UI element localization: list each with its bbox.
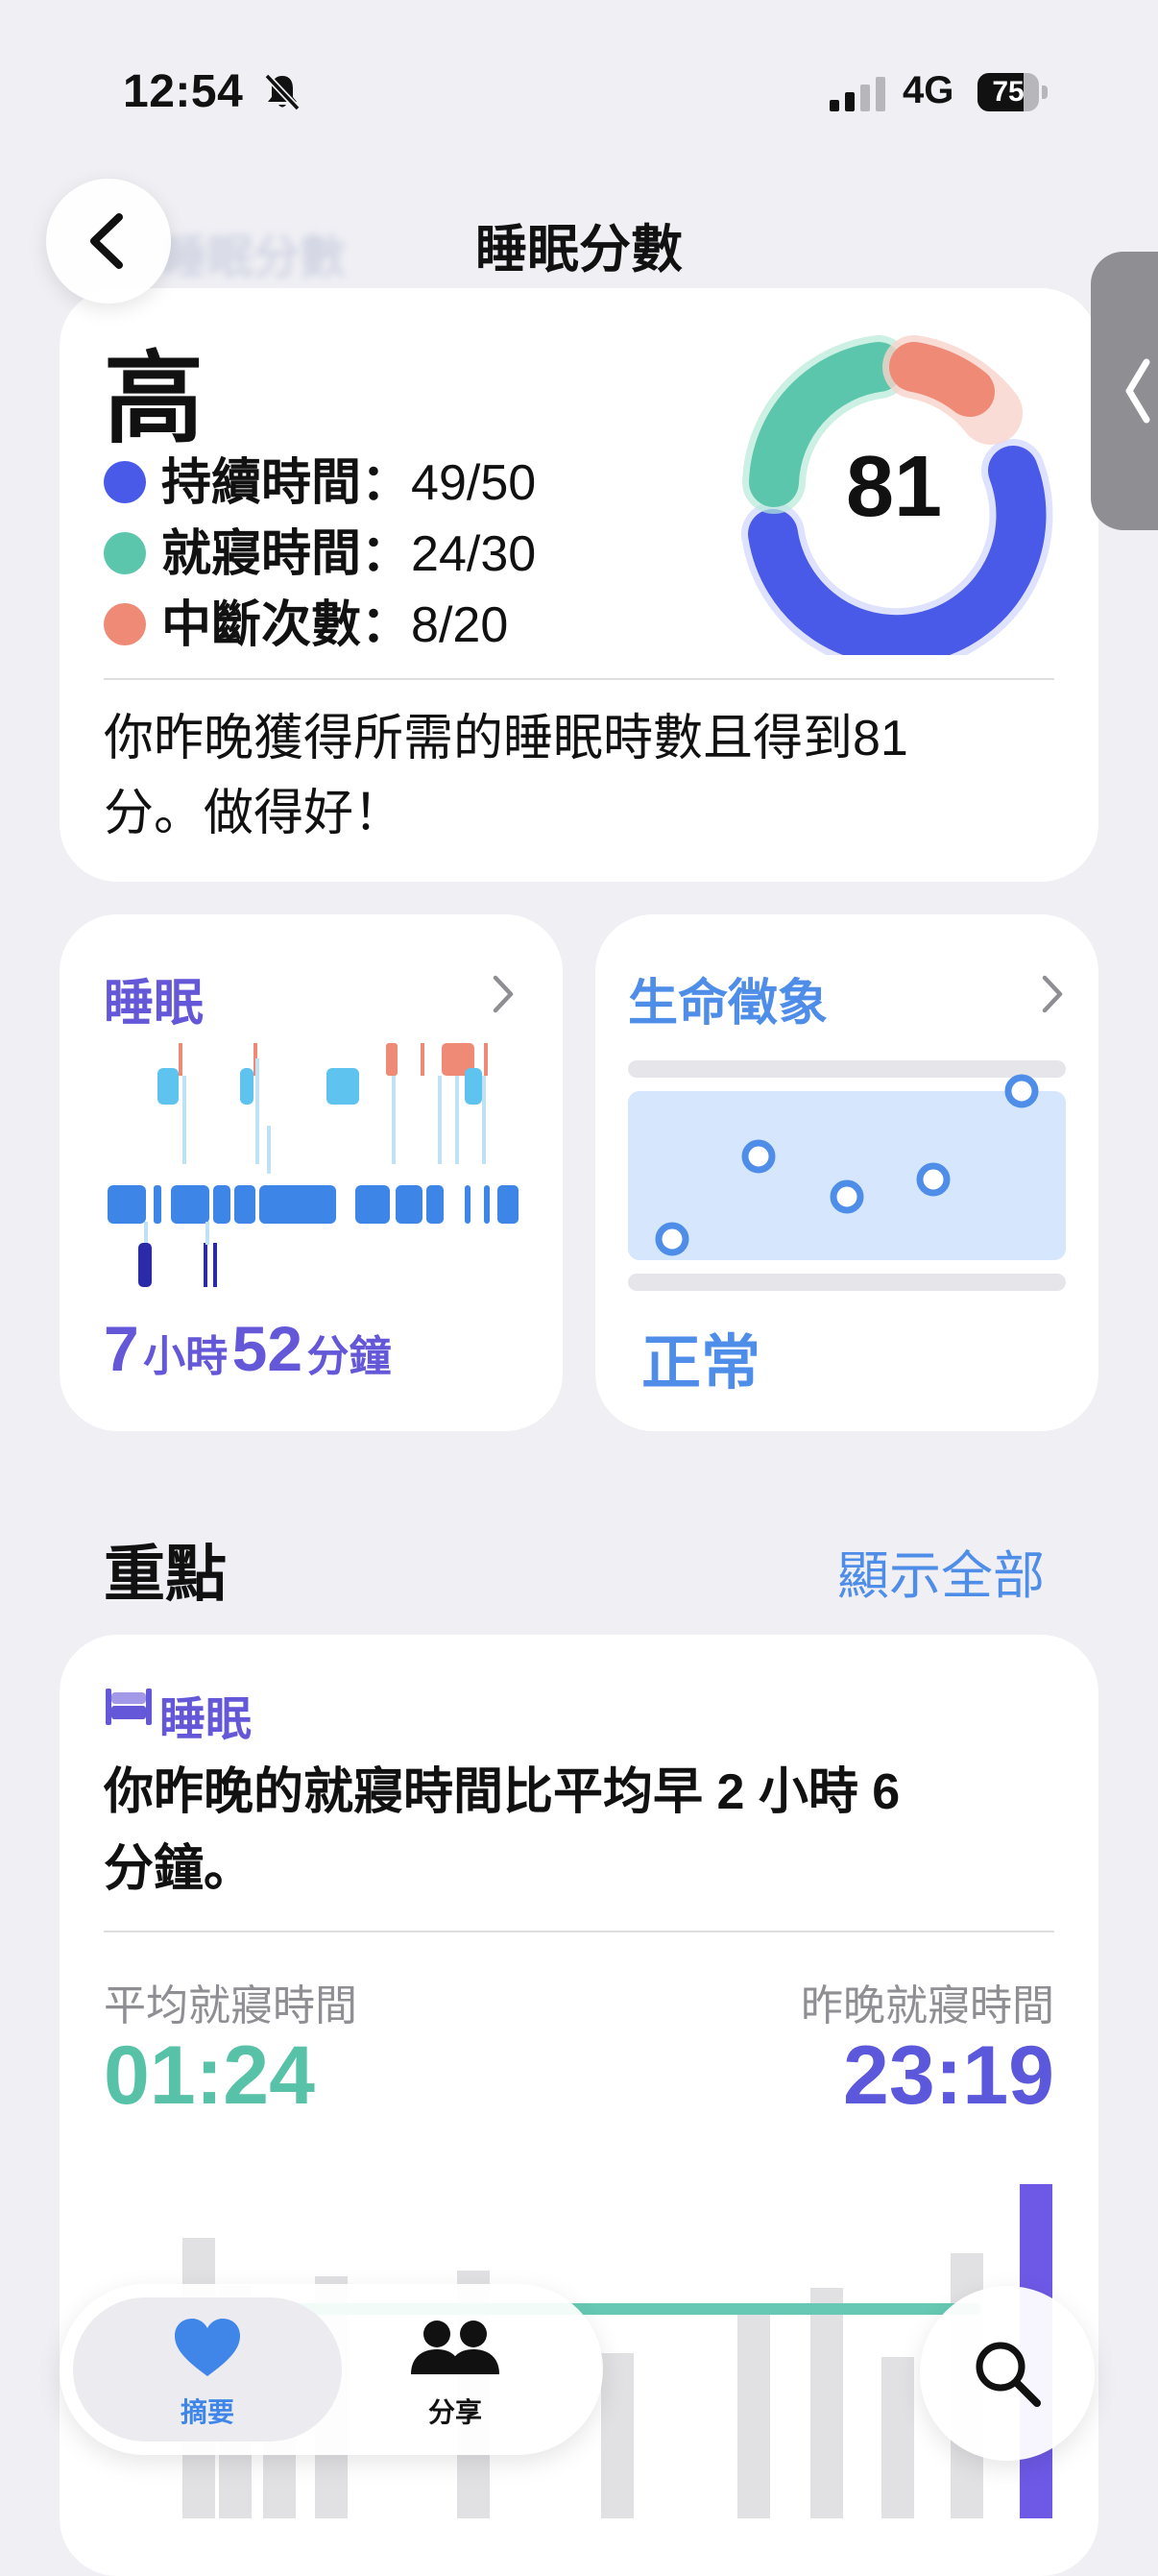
bedtime-dot (104, 532, 146, 575)
score-summary: 你昨晚獲得所需的睡眠時數且得到81分。做得好！ (104, 711, 908, 841)
duration-hours: 7 (104, 1313, 139, 1384)
vital-point (830, 1179, 864, 1214)
battery-level: 75 (992, 76, 1025, 108)
sleep-card-title: 睡眠 (104, 976, 205, 1032)
cellular-signal-icon (830, 77, 885, 111)
sleep-duration: 7 小時 52 分鐘 (104, 1312, 392, 1385)
metric-label: 中斷次數 (161, 597, 362, 653)
search-icon (976, 2342, 1041, 2407)
interruptions-dot (104, 603, 146, 646)
tab-label: 分享 (427, 2397, 482, 2427)
metric-value: 49/50 (411, 455, 537, 511)
score-value: 81 (845, 439, 943, 535)
network-type: 4G (903, 69, 954, 111)
duration-minutes: 52 (231, 1313, 303, 1384)
bedtime-bar (810, 2288, 843, 2518)
people-icon (411, 2321, 499, 2374)
duration-dot (104, 461, 146, 504)
search-button[interactable] (920, 2286, 1095, 2461)
vitals-status: 正常 (641, 1330, 761, 1397)
duration-minutes-unit: 分鐘 (306, 1333, 392, 1380)
chevron-right-icon (493, 975, 514, 1013)
score-level: 高 (104, 344, 205, 455)
metric-value: 8/20 (411, 597, 509, 653)
metric-bedtime: 就寢時間：24/30 (104, 513, 536, 582)
vital-point (1004, 1074, 1039, 1108)
divider (104, 1931, 1054, 1932)
metric-label: 就寢時間 (161, 526, 362, 582)
highlight-text: 你昨晚的就寢時間比平均早 2 小時 6 分鐘。 (104, 1764, 901, 1897)
chevron-right-icon (1042, 975, 1063, 1013)
metric-duration: 持續時間：49/50 (104, 442, 536, 511)
chevron-left-icon (90, 213, 123, 269)
sleep-stages-chart (108, 1043, 519, 1287)
divider (104, 678, 1054, 680)
heart-icon (175, 2319, 240, 2376)
tab-sharing[interactable]: 分享 (378, 2309, 532, 2430)
battery-icon: 75 (977, 73, 1049, 111)
tab-label: 摘要 (180, 2397, 234, 2427)
bed-icon (106, 1689, 152, 1725)
vital-point (741, 1139, 776, 1174)
vitals-range-chart (628, 1060, 1066, 1291)
bell-slash-icon (264, 73, 301, 111)
bedtime-bar (601, 2353, 634, 2518)
side-drawer-handle[interactable] (1091, 252, 1158, 530)
page-title: 睡眠分數 (475, 221, 683, 279)
avg-bedtime-value: 01:24 (104, 2029, 315, 2122)
vitals-card-title: 生命徵象 (628, 976, 829, 1032)
highlight-tag: 睡眠 (159, 1694, 253, 1745)
back-button[interactable] (46, 179, 171, 304)
metric-value: 24/30 (411, 526, 537, 582)
avg-bedtime-label: 平均就寢時間 (104, 1982, 357, 2029)
vital-point (916, 1162, 951, 1197)
status-time: 12:54 (123, 66, 244, 117)
chevron-left-icon (1125, 358, 1150, 424)
tab-summary[interactable]: 摘要 (131, 2309, 284, 2430)
duration-hours-unit: 小時 (143, 1333, 229, 1380)
last-bedtime-label: 昨晚就寢時間 (801, 1982, 1054, 2029)
bedtime-bar (881, 2357, 914, 2518)
bedtime-bar (737, 2311, 770, 2518)
metric-interruptions: 中斷次數：8/20 (104, 584, 508, 653)
highlights-heading: 重點 (104, 1540, 227, 1609)
show-all-link[interactable]: 顯示全部 (837, 1533, 1045, 1609)
vital-point (655, 1222, 689, 1256)
metric-label: 持續時間 (161, 455, 362, 511)
last-bedtime-value: 23:19 (843, 2029, 1054, 2122)
